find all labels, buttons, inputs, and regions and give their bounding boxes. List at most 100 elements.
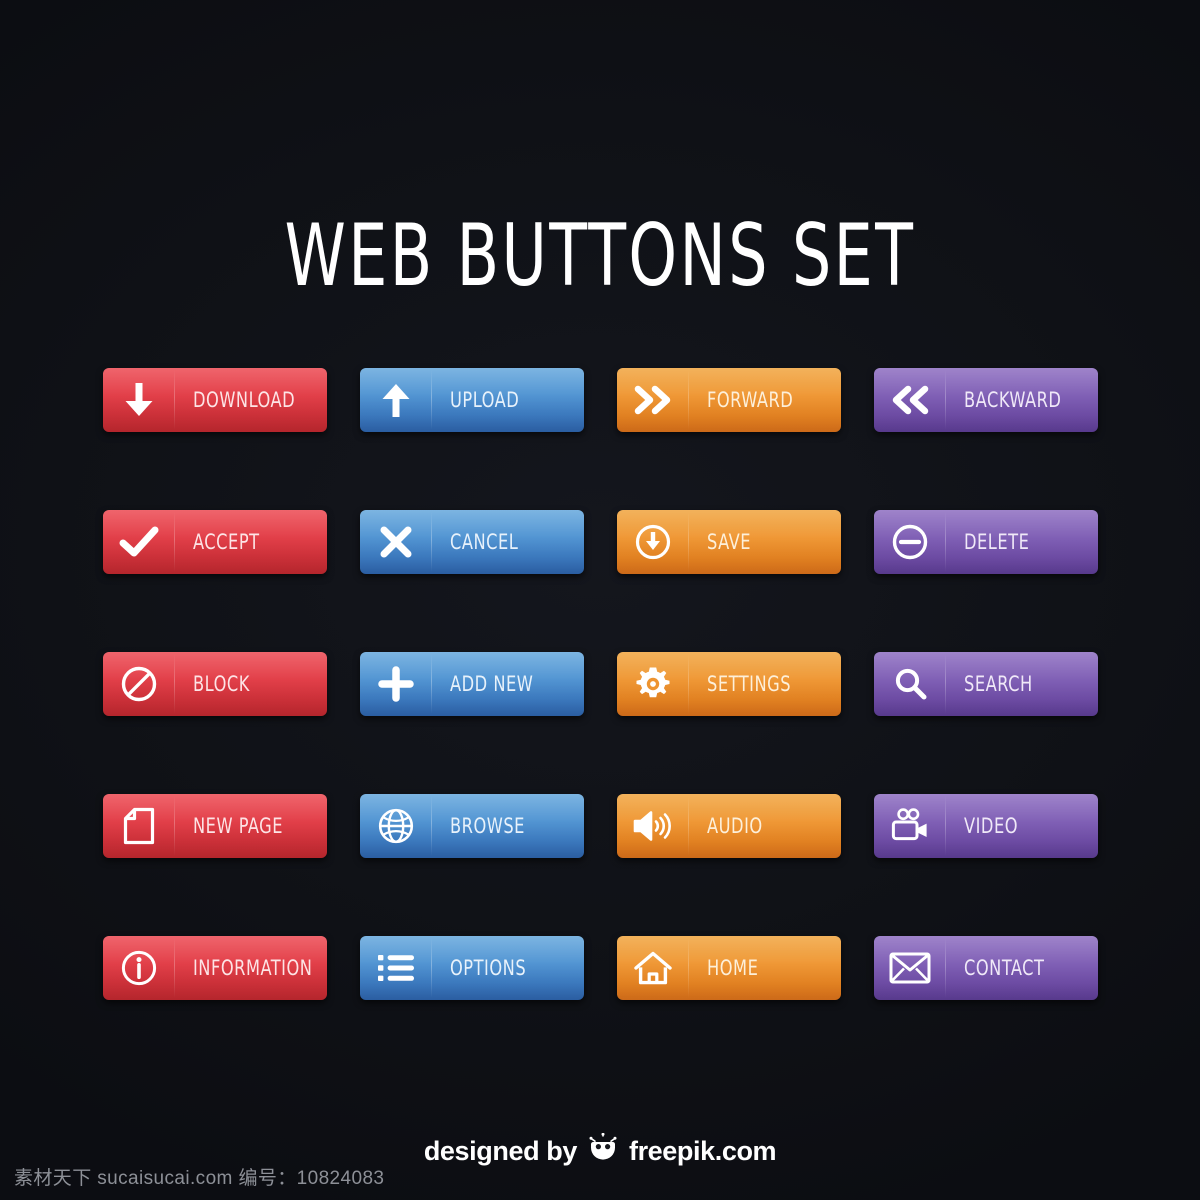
label-cell: ACCEPT — [175, 510, 327, 574]
button-upload[interactable]: UPLOAD — [360, 368, 584, 432]
button-label: ACCEPT — [193, 530, 260, 554]
button-label: HOME — [707, 956, 759, 980]
label-cell: CANCEL — [432, 510, 584, 574]
label-cell: UPLOAD — [432, 368, 584, 432]
button-label: OPTIONS — [450, 956, 527, 980]
icon-cell — [103, 936, 175, 1000]
attribution-prefix: designed by — [423, 1136, 578, 1166]
button-backward[interactable]: BACKWARD — [874, 368, 1098, 432]
document-page-icon — [123, 807, 155, 845]
home-icon — [633, 950, 673, 986]
icon-cell — [617, 510, 689, 574]
icon-cell — [103, 510, 175, 574]
button-label: CANCEL — [450, 530, 519, 554]
button-download[interactable]: DOWNLOAD — [103, 368, 327, 432]
label-cell: ADD NEW — [432, 652, 584, 716]
button-save[interactable]: SAVE — [617, 510, 841, 574]
button-label: DELETE — [964, 530, 1030, 554]
button-add-new[interactable]: ADD NEW — [360, 652, 584, 716]
gear-icon — [634, 665, 672, 703]
button-label: DOWNLOAD — [193, 388, 296, 412]
arrow-down-icon — [122, 381, 156, 419]
close-x-icon — [379, 525, 413, 559]
button-forward[interactable]: FORWARD — [617, 368, 841, 432]
video-camera-icon — [890, 808, 930, 844]
speaker-volume-icon — [632, 809, 674, 843]
check-icon — [119, 526, 159, 558]
icon-cell — [874, 510, 946, 574]
label-cell: NEW PAGE — [175, 794, 327, 858]
button-accept[interactable]: ACCEPT — [103, 510, 327, 574]
button-label: FORWARD — [707, 388, 794, 412]
button-new-page[interactable]: NEW PAGE — [103, 794, 327, 858]
icon-cell — [360, 794, 432, 858]
button-label: BROWSE — [450, 814, 525, 838]
arrow-up-icon — [379, 381, 413, 419]
button-block[interactable]: BLOCK — [103, 652, 327, 716]
label-cell: BACKWARD — [946, 368, 1098, 432]
button-home[interactable]: HOME — [617, 936, 841, 1000]
freepik-logo-icon — [586, 1132, 620, 1170]
button-label: ADD NEW — [450, 672, 534, 696]
envelope-icon — [889, 952, 931, 984]
icon-cell — [874, 368, 946, 432]
label-cell: FORWARD — [689, 368, 841, 432]
icon-cell — [103, 652, 175, 716]
no-entry-icon — [120, 665, 158, 703]
button-contact[interactable]: CONTACT — [874, 936, 1098, 1000]
button-options[interactable]: OPTIONS — [360, 936, 584, 1000]
icon-cell — [360, 510, 432, 574]
label-cell: SEARCH — [946, 652, 1098, 716]
label-cell: HOME — [689, 936, 841, 1000]
icon-cell — [103, 368, 175, 432]
chevron-double-left-icon — [890, 384, 930, 416]
button-search[interactable]: SEARCH — [874, 652, 1098, 716]
icon-cell — [874, 652, 946, 716]
bullet-list-icon — [377, 953, 415, 983]
label-cell: CONTACT — [946, 936, 1098, 1000]
button-label: VIDEO — [964, 814, 1019, 838]
button-audio[interactable]: AUDIO — [617, 794, 841, 858]
label-cell: BLOCK — [175, 652, 327, 716]
button-delete[interactable]: DELETE — [874, 510, 1098, 574]
button-label: SETTINGS — [707, 672, 792, 696]
label-cell: SAVE — [689, 510, 841, 574]
button-label: AUDIO — [707, 814, 763, 838]
button-browse[interactable]: BROWSE — [360, 794, 584, 858]
button-label: UPLOAD — [450, 388, 520, 412]
circle-arrow-down-icon — [634, 523, 672, 561]
globe-icon — [377, 807, 415, 845]
button-label: SAVE — [707, 530, 752, 554]
button-grid: DOWNLOAD UPLOAD FORWARD BACKWARD ACCEPT CANCE… — [103, 368, 1098, 1000]
button-label: BLOCK — [193, 672, 250, 696]
label-cell: VIDEO — [946, 794, 1098, 858]
magnifier-icon — [892, 666, 928, 702]
stock-site-watermark: 素材天下 sucaisucai.com 编号：10824083 — [14, 1168, 385, 1189]
label-cell: SETTINGS — [689, 652, 841, 716]
label-cell: BROWSE — [432, 794, 584, 858]
chevron-double-right-icon — [633, 384, 673, 416]
label-cell: DOWNLOAD — [175, 368, 327, 432]
circle-minus-icon — [891, 523, 929, 561]
button-cancel[interactable]: CANCEL — [360, 510, 584, 574]
button-information[interactable]: INFORMATION — [103, 936, 327, 1000]
button-label: NEW PAGE — [193, 814, 284, 838]
label-cell: DELETE — [946, 510, 1098, 574]
button-label: INFORMATION — [193, 956, 313, 980]
icon-cell — [617, 794, 689, 858]
page-title: WEB BUTTONS SET — [284, 206, 916, 306]
icon-cell — [617, 652, 689, 716]
button-settings[interactable]: SETTINGS — [617, 652, 841, 716]
button-label: BACKWARD — [964, 388, 1062, 412]
poster-canvas: WEB BUTTONS SET DOWNLOAD UPLOAD FORWARD BAC… — [0, 0, 1200, 1200]
icon-cell — [360, 652, 432, 716]
icon-cell — [617, 368, 689, 432]
button-video[interactable]: VIDEO — [874, 794, 1098, 858]
button-label: CONTACT — [964, 956, 1045, 980]
plus-icon — [378, 666, 414, 702]
label-cell: OPTIONS — [432, 936, 584, 1000]
attribution-brand: freepik.com — [628, 1136, 777, 1166]
icon-cell — [874, 794, 946, 858]
label-cell: AUDIO — [689, 794, 841, 858]
icon-cell — [360, 936, 432, 1000]
